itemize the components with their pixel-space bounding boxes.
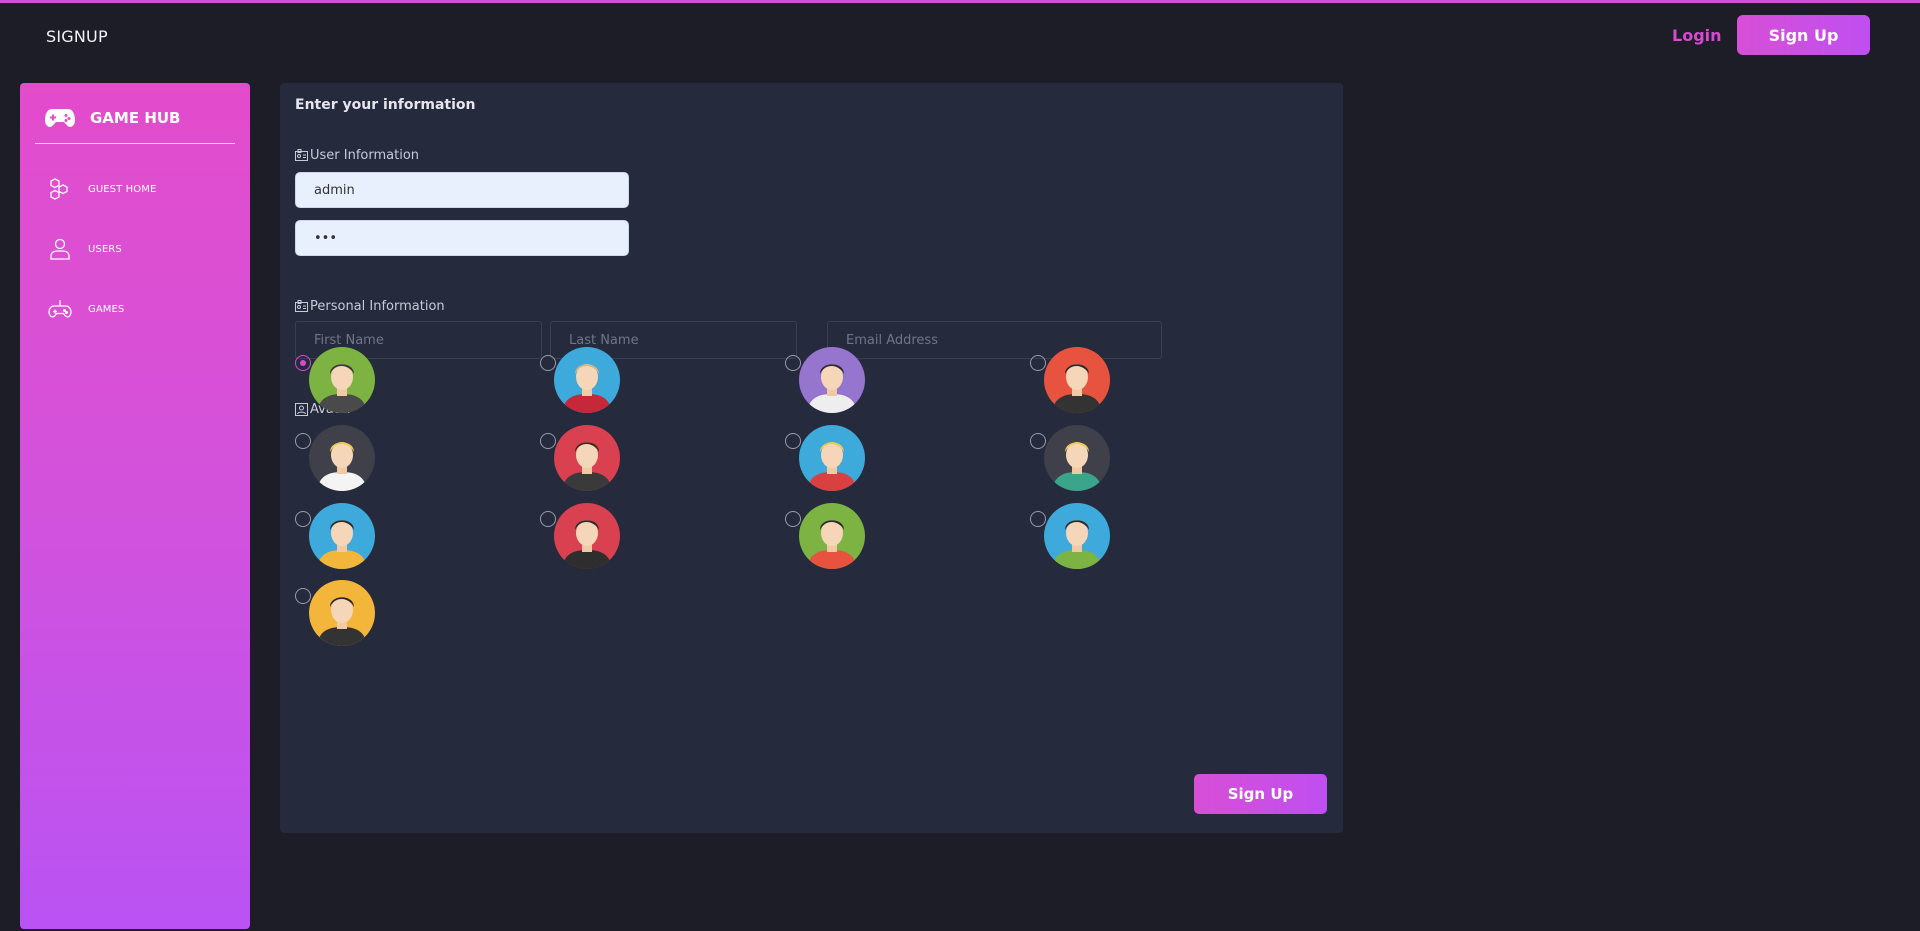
sidebar-divider: [35, 143, 235, 144]
top-navbar: SIGNUP Login Sign Up: [0, 3, 1920, 69]
sidebar: GAME HUB GUEST HOME USERS GAMES: [20, 83, 250, 929]
sidebar-item-guest-home[interactable]: GUEST HOME: [48, 175, 238, 203]
avatar-option[interactable]: [1030, 503, 1130, 581]
avatar-face-icon[interactable]: [799, 347, 865, 413]
avatar-face-icon[interactable]: [309, 503, 375, 569]
signup-form-panel: Enter your information User Information …: [280, 83, 1343, 833]
avatar-face-icon[interactable]: [799, 425, 865, 491]
password-input[interactable]: [295, 220, 629, 256]
avatar-face-icon[interactable]: [554, 425, 620, 491]
id-card-icon: [295, 149, 308, 161]
avatar-face-icon[interactable]: [554, 503, 620, 569]
gamepad-icon: [48, 300, 72, 318]
avatar-option[interactable]: [540, 347, 640, 425]
avatar-option[interactable]: [1030, 425, 1130, 503]
avatar-face-icon[interactable]: [1044, 347, 1110, 413]
user-information-label: User Information: [295, 148, 419, 163]
personal-information-label: Personal Information: [295, 299, 445, 314]
avatar-face-icon[interactable]: [1044, 503, 1110, 569]
email-input[interactable]: [827, 321, 1162, 359]
avatar-option[interactable]: [295, 580, 395, 658]
avatar-face-icon[interactable]: [799, 503, 865, 569]
avatar-option[interactable]: [1030, 347, 1130, 425]
avatar-face-icon[interactable]: [309, 347, 375, 413]
avatar-face-icon[interactable]: [309, 425, 375, 491]
sidebar-item-games[interactable]: GAMES: [48, 295, 238, 323]
avatar-option[interactable]: [540, 503, 640, 581]
section-label-text: Personal Information: [310, 299, 445, 314]
username-input[interactable]: [295, 172, 629, 208]
avatar-face-icon[interactable]: [309, 580, 375, 646]
sidebar-item-label: USERS: [88, 243, 122, 255]
sidebar-item-label: GAMES: [88, 303, 125, 315]
gamepad-logo-icon: [45, 109, 75, 127]
hexagons-icon: [50, 178, 68, 200]
avatar-face-icon[interactable]: [554, 347, 620, 413]
avatar-option[interactable]: [295, 425, 395, 503]
signup-submit-button[interactable]: Sign Up: [1194, 774, 1327, 814]
sidebar-item-users[interactable]: USERS: [48, 235, 238, 263]
page-brand: SIGNUP: [46, 27, 108, 46]
avatar-option[interactable]: [785, 503, 885, 581]
form-title: Enter your information: [295, 97, 476, 113]
avatar-face-icon[interactable]: [1044, 425, 1110, 491]
login-link[interactable]: Login: [1672, 26, 1722, 45]
user-icon: [50, 238, 70, 260]
avatar-option[interactable]: [295, 503, 395, 581]
avatar-option[interactable]: [785, 425, 885, 503]
section-label-text: User Information: [310, 148, 420, 163]
avatar-option[interactable]: [540, 425, 640, 503]
sidebar-brand-name: GAME HUB: [90, 109, 181, 127]
avatar-option[interactable]: [295, 347, 395, 425]
sidebar-item-label: GUEST HOME: [88, 183, 157, 195]
avatar-option[interactable]: [785, 347, 885, 425]
id-card-icon: [295, 300, 308, 312]
sidebar-brand[interactable]: GAME HUB: [44, 103, 180, 133]
signup-nav-button[interactable]: Sign Up: [1737, 15, 1870, 55]
